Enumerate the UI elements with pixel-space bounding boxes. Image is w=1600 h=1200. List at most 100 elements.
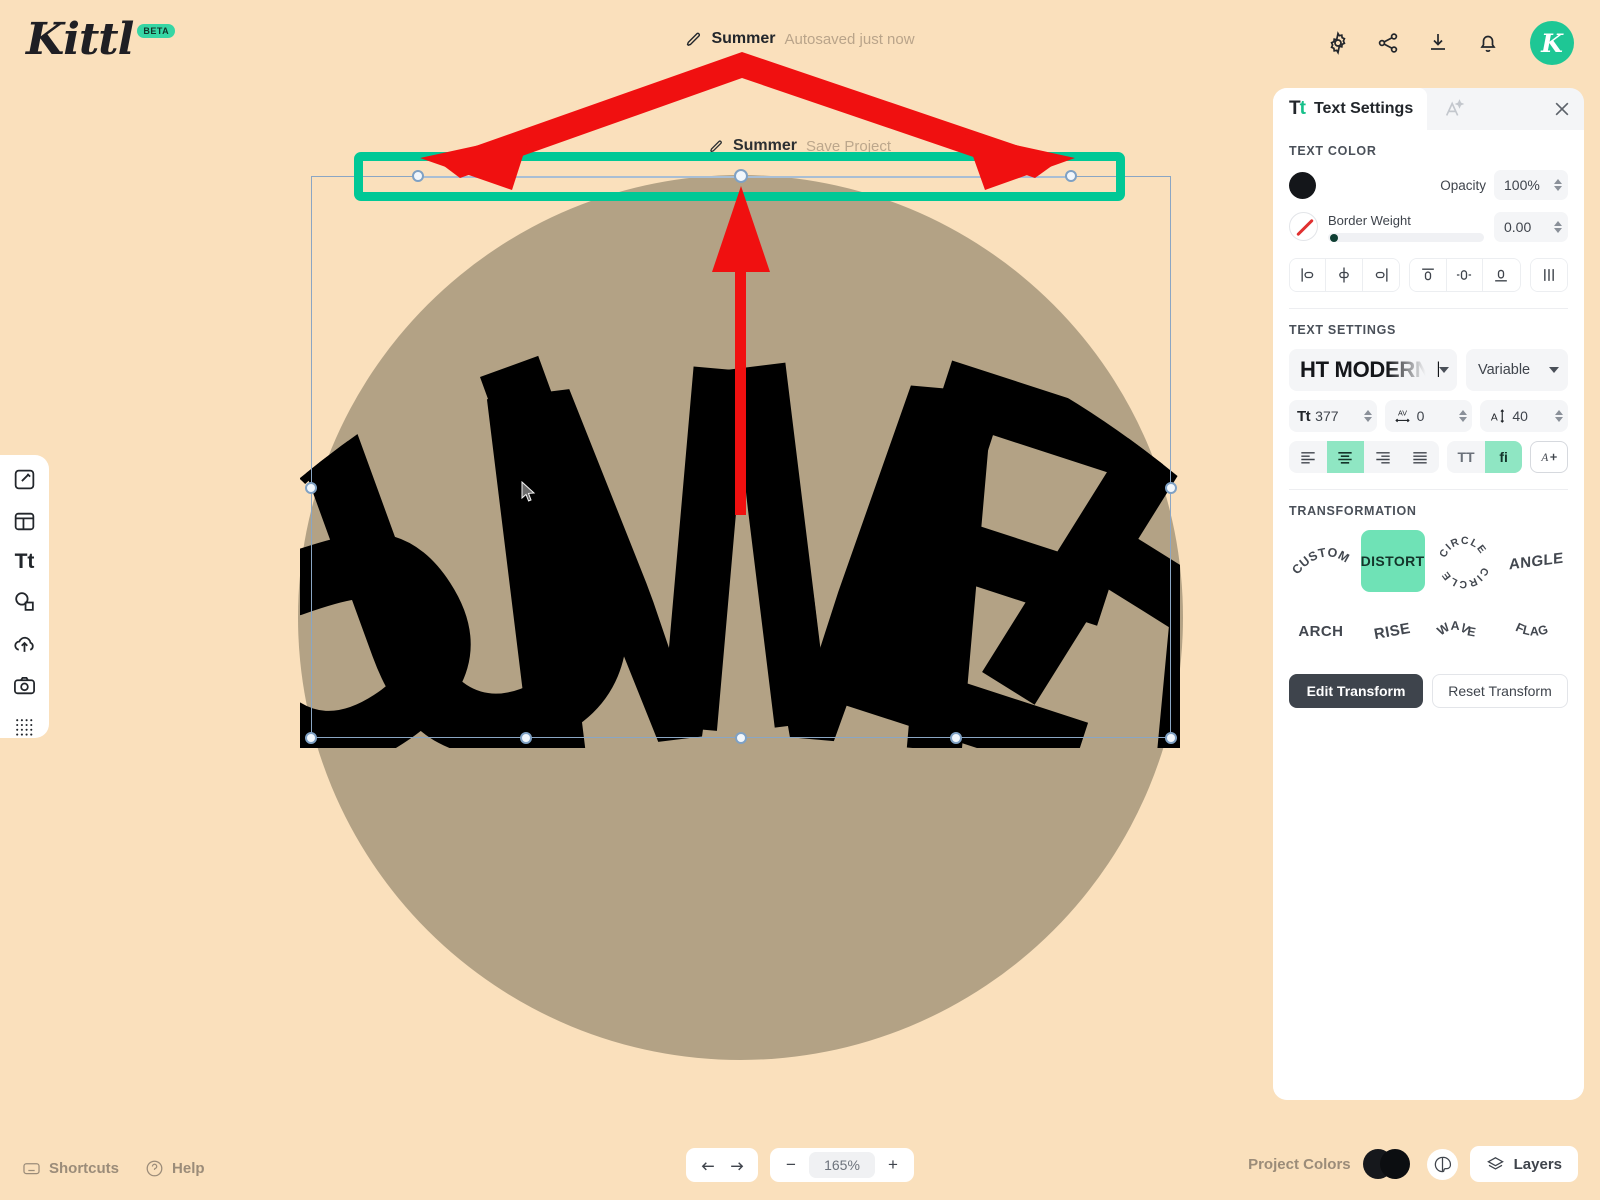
transform-circle-button[interactable]: CIRCLE CIRCLE [1432,530,1497,592]
sidebar-item-templates[interactable] [11,467,38,492]
selection-handle-right[interactable] [1165,482,1177,494]
settings-icon[interactable] [1326,31,1350,55]
align-right-button[interactable] [1362,259,1400,291]
border-weight-stepper[interactable] [1550,221,1562,233]
artwork-summer-text[interactable]: S U M M E R [300,178,1180,748]
sidebar-item-uploads[interactable] [11,631,38,656]
transform-distort-button[interactable]: DISTORT [1360,530,1425,592]
text-color-section-label: TEXT COLOR [1289,144,1377,158]
font-style-select[interactable]: Variable [1466,349,1568,391]
sidebar-item-elements[interactable] [11,589,38,614]
tab-effects[interactable] [1427,88,1481,130]
align-bottom-button[interactable] [1483,259,1520,291]
panel-tab-bar: Tt Text Settings [1273,88,1584,130]
font-family-select[interactable]: HT MODERN HAN [1289,349,1457,391]
text-align-right-button[interactable] [1364,441,1402,473]
uppercase-button[interactable]: TT [1447,441,1485,473]
selection-handle-bottom-4[interactable] [950,732,962,744]
zoom-out-button[interactable]: − [776,1150,806,1180]
beta-badge: BETA [137,24,176,38]
border-weight-slider-knob[interactable] [1330,233,1338,242]
transform-rise-label: RISE [1373,619,1413,643]
zoom-in-button[interactable]: + [878,1150,908,1180]
undo-button[interactable] [692,1150,722,1180]
sidebar-item-text[interactable]: Tt [11,551,38,572]
text-align-left-button[interactable] [1289,441,1327,473]
sidebar-item-photos[interactable] [11,673,38,698]
bottom-bar: Shortcuts Help − 165% + Project Colors L… [0,1122,1600,1200]
opacity-input[interactable]: 100% [1494,170,1568,200]
transform-wave-button[interactable]: WAVE [1432,600,1497,662]
chevron-down-icon [1439,367,1449,373]
summer-distorted-text: S U M M E R [300,298,1180,748]
align-left-button[interactable] [1290,259,1327,291]
distribute-icon [1543,269,1554,281]
line-height-stepper[interactable] [1551,410,1564,422]
text-fill-color-swatch[interactable] [1289,171,1316,199]
transform-custom-button[interactable]: CUSTOM [1289,530,1353,592]
line-height-input[interactable]: A 40 [1480,400,1569,432]
layers-button[interactable]: Layers [1469,1146,1578,1182]
border-weight-slider[interactable] [1328,233,1484,242]
font-size-stepper[interactable] [1360,410,1372,422]
transformation-section-label: TRANSFORMATION [1289,504,1417,518]
sidebar-item-layouts[interactable] [11,509,38,534]
transform-arch-button[interactable]: ARCH [1289,600,1353,662]
download-icon[interactable] [1426,31,1450,55]
help-button[interactable]: Help [145,1159,205,1178]
edit-transform-button[interactable]: Edit Transform [1289,674,1423,708]
share-icon[interactable] [1376,31,1400,55]
notifications-icon[interactable] [1476,31,1500,55]
border-color-swatch[interactable] [1289,212,1318,241]
project-colors-swatches[interactable] [1362,1149,1415,1179]
layers-icon [1486,1156,1504,1170]
opacity-label: Opacity [1440,177,1486,193]
selection-handle-bottom-3[interactable] [735,732,747,744]
ligature-button[interactable]: fi [1484,441,1523,473]
selection-handle-left[interactable] [305,482,317,494]
reset-transform-button[interactable]: Reset Transform [1432,674,1568,708]
text-align-justify-button[interactable] [1402,441,1440,473]
close-icon[interactable] [1552,99,1572,119]
chevron-down-icon-2 [1549,367,1559,373]
border-weight-label: Border Weight [1328,213,1411,228]
palette-button[interactable] [1426,1148,1458,1180]
font-size-icon: Tt [1297,407,1311,425]
selection-handle-bottom-2[interactable] [520,732,532,744]
document-title-group[interactable]: Summer Autosaved just now [685,30,915,48]
project-color-swatch-2[interactable] [1379,1149,1410,1179]
svg-text:CIRCLE: CIRCLE [1438,535,1490,560]
transform-flag-button[interactable]: FLAG [1504,600,1568,662]
align-middle-vertical-button[interactable] [1446,259,1484,291]
selection-handle-bottom-5[interactable] [1165,732,1177,744]
add-font-button[interactable]: A [1530,441,1568,473]
annotation-green-highlight [354,152,1125,201]
font-size-input[interactable]: Tt 377 [1289,400,1377,432]
transform-rise-button[interactable]: RISE [1360,600,1425,662]
selection-handle-bottom-1[interactable] [305,732,317,744]
align-top-icon [1422,268,1434,281]
redo-button[interactable] [722,1150,752,1180]
avatar[interactable]: K [1530,21,1574,65]
distribute-button[interactable] [1530,259,1567,291]
sidebar-item-patterns[interactable] [11,715,38,740]
align-top-button[interactable] [1410,259,1447,291]
photos-icon [14,677,35,695]
border-weight-input[interactable]: 0.00 [1494,212,1568,242]
zoom-level[interactable]: 165% [809,1152,875,1178]
palette-icon [1434,1156,1451,1172]
shortcuts-button[interactable]: Shortcuts [22,1159,119,1178]
transform-angle-button[interactable]: ANGLE [1504,530,1568,592]
text-align-center-button[interactable] [1326,441,1365,473]
font-metrics-row: Tt 377 AV 0 A 40 [1289,400,1569,432]
svg-text:FLAG: FLAG [1514,620,1550,638]
align-center-horizontal-button[interactable] [1326,259,1363,291]
letter-spacing-input[interactable]: AV 0 [1384,400,1473,432]
opacity-stepper[interactable] [1550,179,1562,191]
brand-logo[interactable]: Kittl BETA [26,18,176,62]
letter-spacing-stepper[interactable] [1455,410,1468,422]
tab-text-settings[interactable]: Tt Text Settings [1273,88,1428,130]
letter-spacing-icon: AV [1393,407,1412,426]
bottom-right-controls: Project Colors Layers [1248,1146,1578,1182]
svg-text:A: A [1540,452,1548,464]
